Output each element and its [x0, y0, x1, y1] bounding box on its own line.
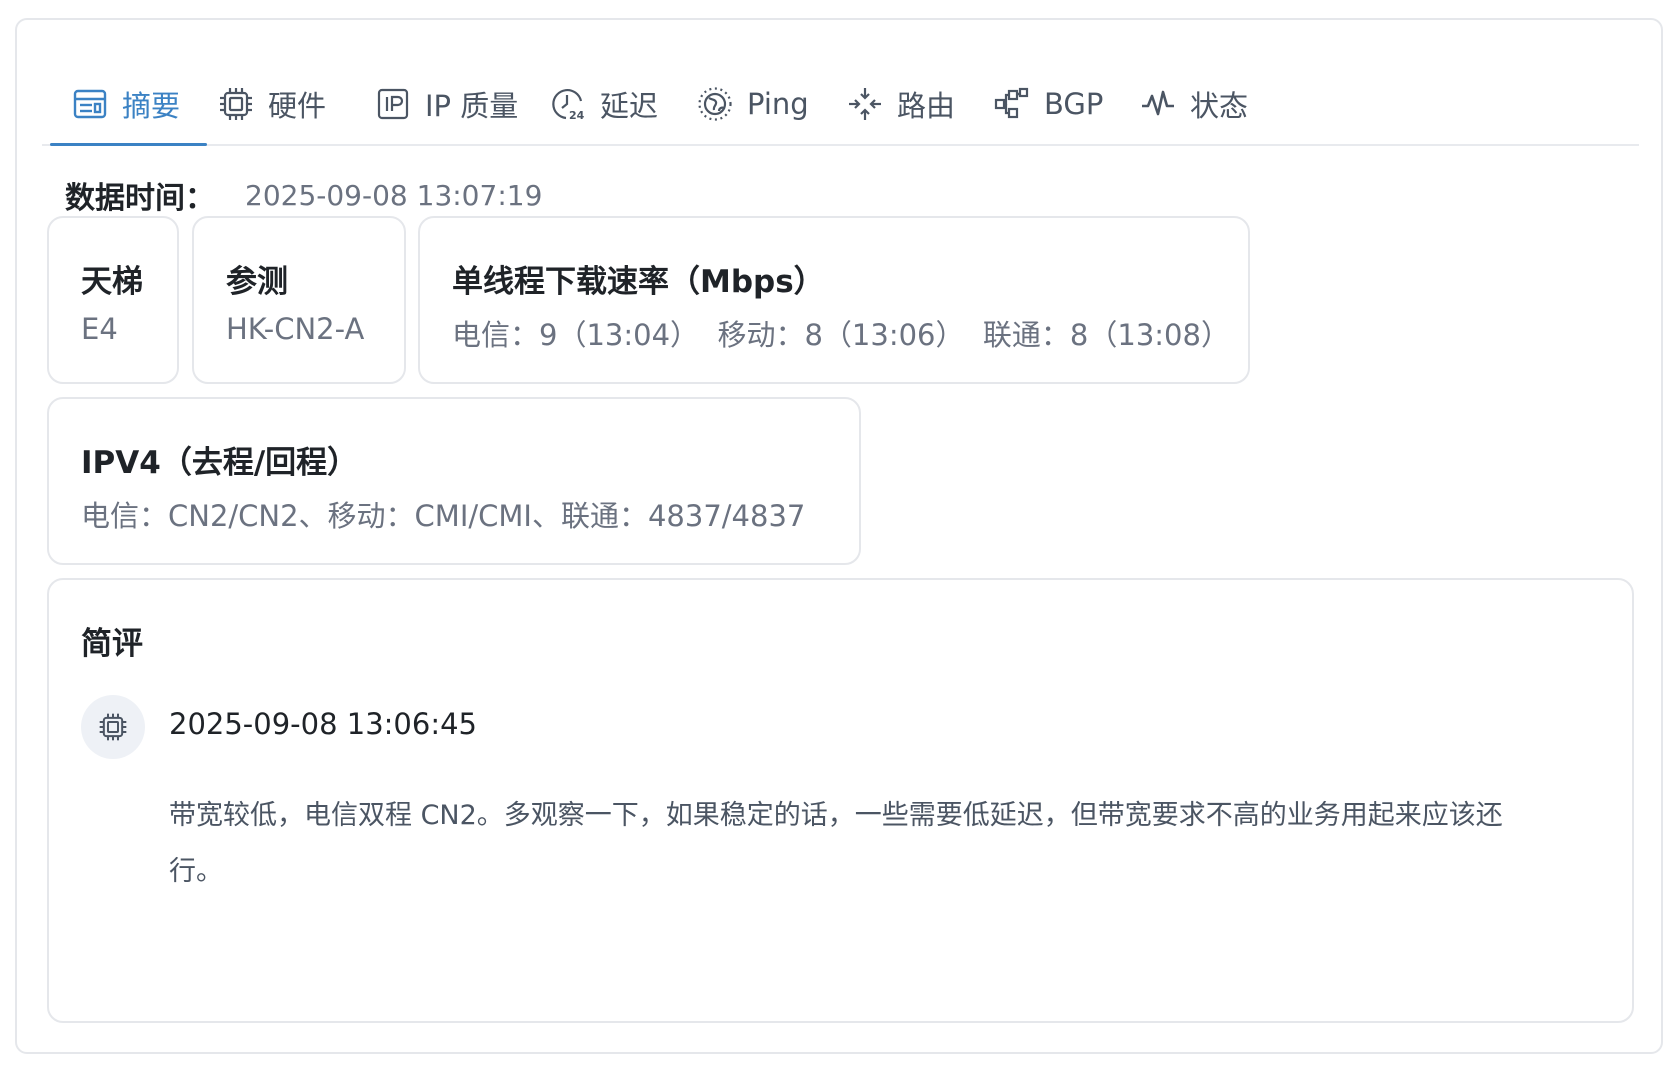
ipv4-route-title: IPV4（去程/回程） [81, 445, 359, 481]
tab-bgp[interactable]: BGP [994, 62, 1103, 146]
route-icon [849, 88, 881, 120]
globe-icon [698, 87, 732, 121]
ladder-card: 天梯 E4 [47, 216, 179, 384]
tab-summary-label: 摘要 [122, 89, 181, 123]
clock-24-icon: 24 [552, 88, 585, 122]
probe-card: 参测 HK-CN2-A [192, 216, 406, 384]
data-time-value: 2025-09-08 13:07:19 [245, 178, 543, 212]
summary-icon [73, 89, 107, 119]
tab-hardware[interactable]: 硬件 [218, 62, 326, 146]
review-title: 简评 [81, 626, 143, 662]
download-speed-value: 电信：9（13:04） 移动：8（13:06） 联通：8（13:08） [452, 318, 1230, 352]
summary-panel: 摘要 硬件 IP 质量 24 延迟 Ping 路由 BGP 状态 数据时间： 2… [15, 18, 1663, 1054]
tab-latency[interactable]: 24 延迟 [550, 62, 658, 146]
svg-text:24: 24 [569, 109, 585, 122]
network-icon [994, 87, 1029, 119]
tab-bgp-label: BGP [1044, 87, 1104, 121]
review-text: 带宽较低，电信双程 CN2。多观察一下，如果稳定的话，一些需要低延迟，但带宽要求… [169, 800, 1503, 887]
ipv4-route-value: 电信：CN2/CN2、移动：CMI/CMI、联通：4837/4837 [81, 499, 806, 533]
download-speed-card: 单线程下载速率（Mbps） 电信：9（13:04） 移动：8（13:06） 联通… [418, 216, 1250, 384]
tab-status[interactable]: 状态 [1140, 62, 1248, 146]
download-speed-title: 单线程下载速率（Mbps） [452, 264, 825, 300]
tab-route-label: 路由 [897, 89, 956, 123]
ladder-title: 天梯 [81, 264, 143, 300]
ipv4-route-card: IPV4（去程/回程） 电信：CN2/CN2、移动：CMI/CMI、联通：483… [47, 397, 861, 565]
cpu-icon [220, 88, 252, 120]
avatar [81, 695, 145, 759]
tab-latency-label: 延迟 [600, 89, 659, 123]
data-time-row: 数据时间： 2025-09-08 13:07:19 [65, 173, 542, 217]
tab-status-label: 状态 [1190, 89, 1249, 123]
cpu-icon [99, 713, 127, 741]
tab-summary[interactable]: 摘要 [72, 62, 180, 146]
ip-icon [377, 88, 409, 120]
tab-ip-quality-label: IP 质量 [425, 89, 519, 123]
tab-ping[interactable]: Ping [697, 62, 809, 146]
tab-ip-quality[interactable]: IP 质量 [375, 62, 518, 146]
review-timestamp: 2025-09-08 13:06:45 [169, 707, 477, 741]
data-time-label: 数据时间： [65, 181, 215, 216]
ladder-value: E4 [81, 312, 118, 346]
probe-value: HK-CN2-A [226, 312, 365, 346]
probe-title: 参测 [226, 264, 288, 300]
review-card: 简评 2025-09-08 13:06:45 带宽较低，电信双程 CN2。多观察… [47, 578, 1634, 1023]
tab-hardware-label: 硬件 [268, 89, 327, 123]
tab-ping-label: Ping [747, 87, 809, 121]
active-tab-indicator [50, 143, 207, 146]
pulse-icon [1142, 90, 1174, 116]
tab-route[interactable]: 路由 [847, 62, 955, 146]
tab-bar: 摘要 硬件 IP 质量 24 延迟 Ping 路由 BGP 状态 [42, 62, 1639, 146]
